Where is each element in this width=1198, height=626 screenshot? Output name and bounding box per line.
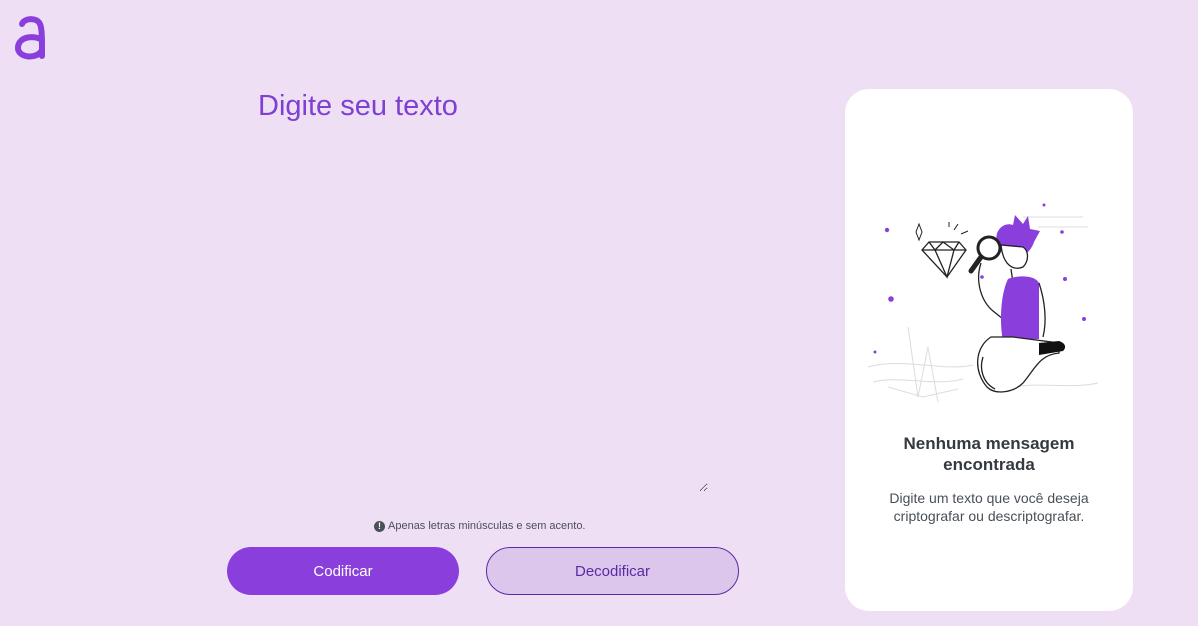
- encrypt-button[interactable]: Codificar: [227, 547, 459, 595]
- hint: ! Apenas letras minúsculas e sem acento.: [374, 520, 586, 532]
- output-description: Digite um texto que você deseja criptogr…: [889, 490, 1089, 524]
- text-input[interactable]: [258, 140, 708, 492]
- exclamation-circle-icon: !: [374, 520, 385, 532]
- input-title: Digite seu texto: [258, 90, 458, 122]
- output-card: Nenhuma mensagem encontrada Digite um te…: [845, 89, 1133, 611]
- output-title: Nenhuma mensagem encontrada: [903, 434, 1075, 474]
- decrypt-button[interactable]: Decodificar: [486, 547, 739, 595]
- hint-text: Apenas letras minúsculas e sem acento.: [388, 520, 586, 532]
- page: Digite seu texto ! Apenas letras minúscu…: [0, 0, 1198, 626]
- alura-logo-icon: [15, 16, 45, 60]
- person-with-magnifier-illustration: [867, 203, 1099, 403]
